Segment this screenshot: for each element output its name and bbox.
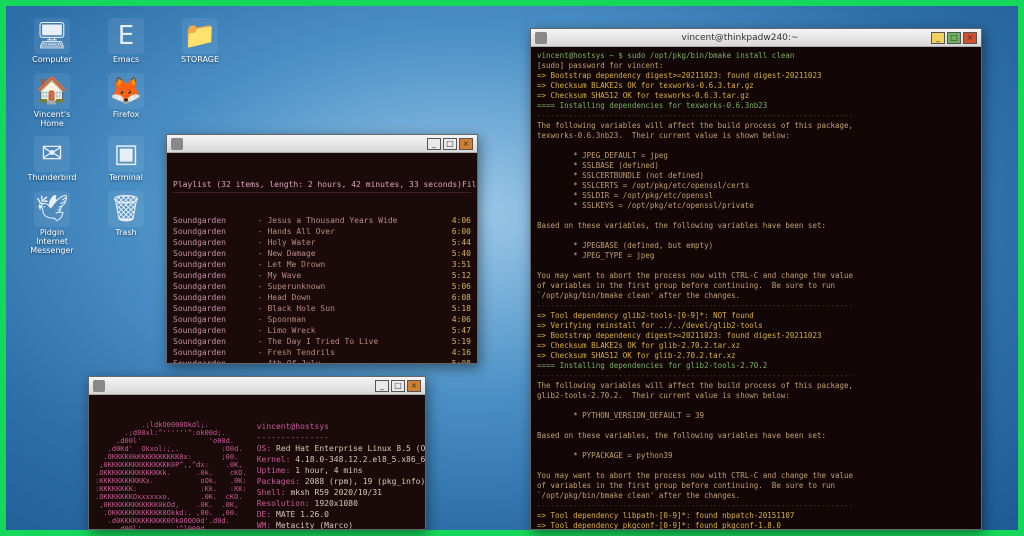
playlist-filter[interactable]: Filter: ████	[462, 179, 477, 190]
neofetch-titlebar[interactable]: _ □ ×	[89, 377, 425, 395]
maximize-button[interactable]: □	[391, 380, 405, 392]
build-titlebar[interactable]: vincent@thinkpadw240:~ _ □ ×	[531, 29, 981, 47]
close-button[interactable]: ×	[459, 138, 473, 150]
close-button[interactable]: ×	[963, 32, 977, 44]
desktop-icon-thunderbird[interactable]: ✉ Thunderbird	[24, 136, 80, 183]
track-row[interactable]: Soundgarden - Superunknown5:06	[173, 281, 471, 292]
track-row[interactable]: Soundgarden - Jesus a Thousand Years Wid…	[173, 215, 471, 226]
track-row[interactable]: Soundgarden - Limo Wreck5:47	[173, 325, 471, 336]
desktop-icon-terminal[interactable]: ▣ Terminal	[98, 136, 154, 183]
thunderbird-icon: ✉	[34, 136, 70, 172]
neofetch-info: vincent@hostsys---------------OS: Red Ha…	[257, 421, 425, 529]
track-row[interactable]: Soundgarden - The Day I Tried To Live5:1…	[173, 336, 471, 347]
minimize-button[interactable]: _	[427, 138, 441, 150]
icon-label: Terminal	[109, 174, 143, 183]
desktop-icon-storage[interactable]: 📁 STORAGE	[172, 18, 228, 65]
build-terminal-body[interactable]: vincent@hostsys ~ $ sudo /opt/pkg/bin/bm…	[531, 47, 981, 529]
track-row[interactable]: Soundgarden - Holy Water5:44	[173, 237, 471, 248]
terminal-icon: ▣	[108, 136, 144, 172]
track-row[interactable]: Soundgarden - New Damage5:40	[173, 248, 471, 259]
trash-icon: 🗑	[108, 191, 144, 227]
desktop-icon-emacs[interactable]: E Emacs	[98, 18, 154, 65]
desktop-icon-trash[interactable]: 🗑 Trash	[98, 191, 154, 255]
home-icon: 🏠	[34, 73, 70, 109]
close-button[interactable]: ×	[407, 380, 421, 392]
track-row[interactable]: Soundgarden - Hands All Over6:00	[173, 226, 471, 237]
playlist-titlebar[interactable]: _ □ ×	[167, 135, 477, 153]
neofetch-ascii: .;ldkO0000Okdl;. .;d00xl:^''''''^:ok00d;…	[95, 421, 247, 529]
icon-label: Emacs	[113, 56, 139, 65]
app-icon	[93, 380, 105, 392]
firefox-icon: 🦊	[108, 73, 144, 109]
desktop-icon-firefox[interactable]: 🦊 Firefox	[98, 73, 154, 129]
track-row[interactable]: Soundgarden - Head Down6:08	[173, 292, 471, 303]
track-row[interactable]: Soundgarden - Black Hole Sun5:18	[173, 303, 471, 314]
track-row[interactable]: Soundgarden - 4th Of July5:08	[173, 358, 471, 363]
icon-label: Thunderbird	[28, 174, 77, 183]
icon-label: Pidgin Internet Messenger	[24, 229, 80, 255]
maximize-button[interactable]: □	[443, 138, 457, 150]
storage-icon: 📁	[182, 18, 218, 54]
minimize-button[interactable]: _	[375, 380, 389, 392]
terminal-icon	[535, 32, 547, 44]
icon-label: Trash	[115, 229, 136, 238]
track-row[interactable]: Soundgarden - Let Me Drown3:51	[173, 259, 471, 270]
pidgin-icon: 🕊	[34, 191, 70, 227]
playlist-summary: Playlist (32 items, length: 2 hours, 42 …	[173, 179, 462, 190]
window-title: vincent@thinkpadw240:~	[551, 33, 929, 43]
neofetch-window[interactable]: _ □ × .;ldkO0000Okdl;. .;d00xl:^''''''^:…	[88, 376, 426, 530]
playlist-body[interactable]: Playlist (32 items, length: 2 hours, 42 …	[167, 153, 477, 363]
track-row[interactable]: Soundgarden - Spoonman4:06	[173, 314, 471, 325]
track-row[interactable]: Soundgarden - My Wave5:12	[173, 270, 471, 281]
neofetch-body: .;ldkO0000Okdl;. .;d00xl:^''''''^:ok00d;…	[89, 395, 425, 529]
icon-label: Firefox	[113, 111, 139, 120]
track-row[interactable]: Soundgarden - Fresh Tendrils4:16	[173, 347, 471, 358]
icon-label: STORAGE	[181, 56, 219, 65]
minimize-button[interactable]: _	[931, 32, 945, 44]
emacs-icon: E	[108, 18, 144, 54]
icon-label: Vincent's Home	[24, 111, 80, 129]
desktop-icon-computer[interactable]: 🖥 Computer	[24, 18, 80, 65]
desktop-icon-pidgin[interactable]: 🕊Pidgin Internet Messenger	[24, 191, 80, 255]
app-icon	[171, 138, 183, 150]
playlist-window[interactable]: _ □ × Playlist (32 items, length: 2 hour…	[166, 134, 478, 364]
maximize-button[interactable]: □	[947, 32, 961, 44]
desktop-icon-home[interactable]: 🏠 Vincent's Home	[24, 73, 80, 129]
computer-icon: 🖥	[34, 18, 70, 54]
build-terminal-window[interactable]: vincent@thinkpadw240:~ _ □ × vincent@hos…	[530, 28, 982, 530]
icon-label: Computer	[32, 56, 72, 65]
